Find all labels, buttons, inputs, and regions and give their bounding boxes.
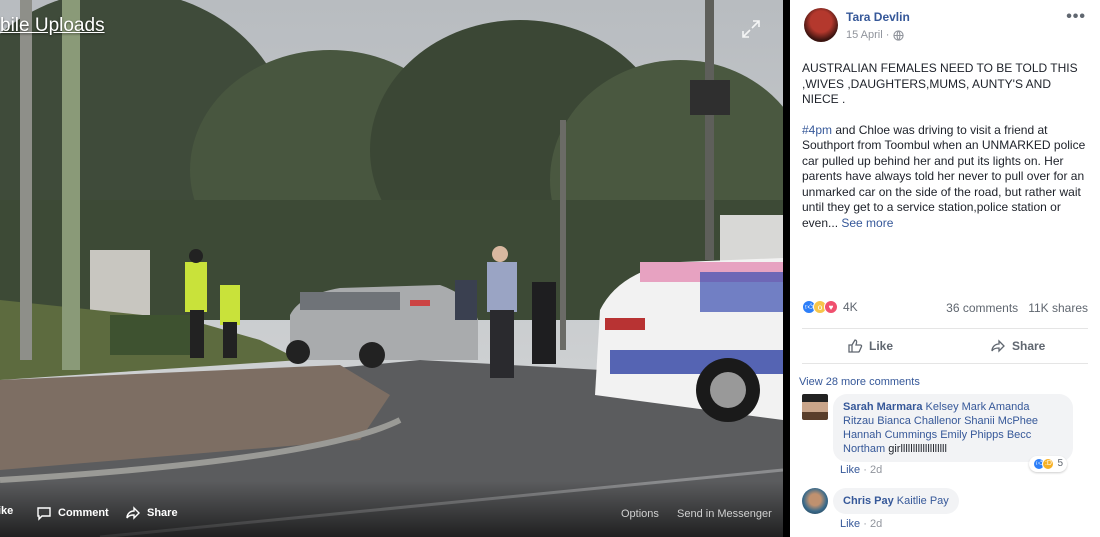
reaction-summary[interactable]: 👍︎ o ♥ 4K — [802, 300, 858, 314]
post-body: AUSTRALIAN FEMALES NEED TO BE TOLD THIS … — [790, 55, 1100, 231]
thumbs-up-icon — [848, 339, 863, 353]
comment-tags[interactable]: Kaitlie Pay — [894, 495, 949, 507]
author-name[interactable]: Tara Devlin — [846, 10, 910, 24]
like-button-label: Like — [869, 339, 894, 353]
comment-footer: Like · 2d — [840, 464, 883, 476]
photo-action-bar: ike Comment Share Options Send in Messen… — [0, 481, 783, 537]
post-header: Tara Devlin 15 April · ••• — [790, 0, 1100, 55]
post-paragraph-2: #4pm and Chloe was driving to visit a fr… — [802, 123, 1086, 232]
post-date[interactable]: 15 April · — [846, 29, 889, 41]
comment-time[interactable]: 2d — [870, 464, 882, 476]
comment-like-link[interactable]: Like — [840, 464, 860, 476]
more-options-icon[interactable]: ••• — [1066, 8, 1086, 26]
comment-item: Sarah Marmara Kelsey Mark Amanda Ritzau … — [802, 394, 1092, 476]
photo-share-label: Share — [147, 507, 178, 519]
post-panel: Tara Devlin 15 April · ••• AUSTRALIAN FE… — [790, 0, 1100, 537]
post-action-bar: Like Share — [802, 328, 1088, 364]
comment-reaction-count: 5 — [1057, 458, 1063, 469]
comment-reaction-summary[interactable]: 👍︎ :D 5 — [1029, 456, 1067, 472]
comment-footer: Like · 2d — [840, 518, 883, 530]
hashtag-link[interactable]: #4pm — [802, 123, 832, 137]
share-arrow-icon — [991, 339, 1005, 353]
photo-options-link[interactable]: Options — [621, 508, 659, 520]
expand-icon[interactable] — [740, 18, 762, 40]
see-more-link[interactable]: See more — [841, 216, 893, 230]
post-meta: 15 April · — [846, 29, 905, 41]
post-paragraph-1: AUSTRALIAN FEMALES NEED TO BE TOLD THIS … — [802, 61, 1078, 106]
haha-reaction-icon: :D — [1042, 458, 1055, 470]
comment-bubble: Sarah Marmara Kelsey Mark Amanda Ritzau … — [833, 394, 1073, 472]
comments-count[interactable]: 36 comments — [946, 301, 1018, 315]
post-photo — [0, 0, 783, 537]
photo-comment-label: Comment — [58, 507, 109, 519]
commenter-name[interactable]: Sarah Marmara — [843, 401, 923, 413]
globe-icon — [893, 29, 905, 41]
photo-share-button[interactable]: Share — [125, 505, 178, 521]
commenter-avatar[interactable] — [802, 394, 828, 420]
comment-icon — [37, 507, 51, 521]
post-stats: 👍︎ o ♥ 4K 36 comments 11K shares — [802, 300, 1088, 318]
share-button[interactable]: Share — [990, 338, 1045, 354]
comment-bubble: Chris Pay Kaitlie Pay — [833, 488, 959, 514]
photo-like-label: ike — [0, 505, 14, 517]
comment-text: girlllllllllllllllllll — [885, 443, 947, 455]
author-avatar[interactable] — [804, 8, 838, 42]
album-link[interactable]: bile Uploads — [0, 15, 105, 37]
share-button-label: Share — [1012, 339, 1046, 353]
view-more-comments-link[interactable]: View 28 more comments — [799, 376, 920, 388]
photo-like-button[interactable]: ike — [0, 505, 13, 517]
comment-like-link[interactable]: Like — [840, 518, 860, 530]
commenter-name[interactable]: Chris Pay — [843, 495, 894, 507]
commenter-avatar[interactable] — [802, 488, 828, 514]
engagement-counts: 36 comments 11K shares — [946, 301, 1088, 315]
comment-item: Chris Pay Kaitlie Pay Like · 2d — [802, 488, 1092, 533]
like-button[interactable]: Like — [847, 338, 893, 354]
reactions-count: 4K — [843, 300, 858, 314]
share-icon — [126, 506, 140, 520]
send-in-messenger-link[interactable]: Send in Messenger — [677, 508, 772, 520]
post-paragraph-2-text: and Chloe was driving to visit a friend … — [802, 122, 1086, 230]
comment-time[interactable]: 2d — [870, 518, 882, 530]
photo-viewer: bile Uploads ike Comment Share Options S… — [0, 0, 790, 537]
shares-count[interactable]: 11K shares — [1028, 301, 1088, 315]
love-reaction-icon: ♥ — [824, 300, 838, 314]
photo-comment-button[interactable]: Comment — [36, 505, 109, 521]
